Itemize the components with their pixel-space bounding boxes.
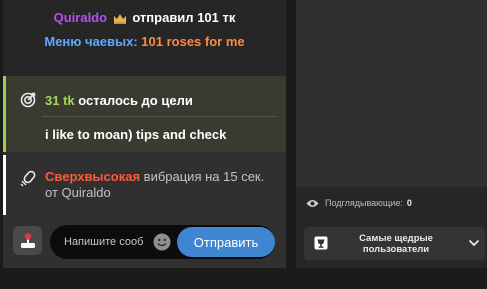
emoji-icon[interactable] <box>153 233 171 251</box>
goal-remaining-text: осталось до цели <box>78 93 193 108</box>
vibration-text-mid: вибрация на <box>143 169 220 184</box>
message-composer: Отправить <box>3 222 286 268</box>
joystick-icon <box>20 232 35 248</box>
eye-icon <box>306 199 319 207</box>
vibration-duration: 15 сек. <box>223 169 265 184</box>
chevron-down-icon[interactable] <box>468 237 480 249</box>
top-tippers-label: Самые щедрые пользователи <box>359 233 433 255</box>
tip-amount: 101 тк <box>197 10 236 25</box>
message-input[interactable] <box>64 234 144 250</box>
tip-menu-item: 101 roses for me <box>141 34 245 49</box>
tip-menu-label: Меню чаевых: <box>44 34 138 49</box>
vibration-text: Сверхвысокая вибрация на 15 сек. от Quir… <box>45 169 275 201</box>
goal-subject: i like to moan) tips and check <box>45 127 227 142</box>
tip-action: отправил <box>132 10 194 25</box>
sidebar-content-area <box>296 0 487 187</box>
goal-amount: 31 tk <box>45 93 75 108</box>
tip-line: Quiraldo отправил 101 тк <box>3 9 286 26</box>
trophy-icon <box>314 236 328 250</box>
goal-progress-text: 31 tk осталось до цели <box>45 93 193 108</box>
joystick-button[interactable] <box>13 226 42 255</box>
tip-notification: Quiraldo отправил 101 тк Меню чаевых: 10… <box>3 0 286 76</box>
send-button[interactable]: Отправить <box>177 227 275 257</box>
goal-divider <box>42 116 276 117</box>
viewers-count: 0 <box>406 198 412 208</box>
vibration-icon <box>20 170 36 187</box>
crown-icon <box>113 14 126 24</box>
vibration-from: от <box>45 185 58 200</box>
viewers-label: Подглядывающие: <box>325 198 403 208</box>
vibration-message: Сверхвысокая вибрация на 15 сек. от Quir… <box>3 155 286 215</box>
tip-menu-line: Меню чаевых: 101 roses for me <box>25 33 264 50</box>
vibration-username[interactable]: Quiraldo <box>62 185 111 200</box>
goal-message: 31 tk осталось до цели i like to moan) t… <box>3 76 286 152</box>
message-box: Отправить <box>50 225 275 259</box>
vibration-level: Сверхвысокая <box>45 169 141 184</box>
sidebar-panel: Подглядывающие: 0 Самые щедрые пользоват… <box>296 0 487 268</box>
viewers-counter: Подглядывающие: 0 <box>306 198 412 208</box>
top-tippers-button[interactable]: Самые щедрые пользователи <box>304 227 485 260</box>
tip-username[interactable]: Quiraldo <box>54 10 107 25</box>
target-icon <box>20 92 36 108</box>
